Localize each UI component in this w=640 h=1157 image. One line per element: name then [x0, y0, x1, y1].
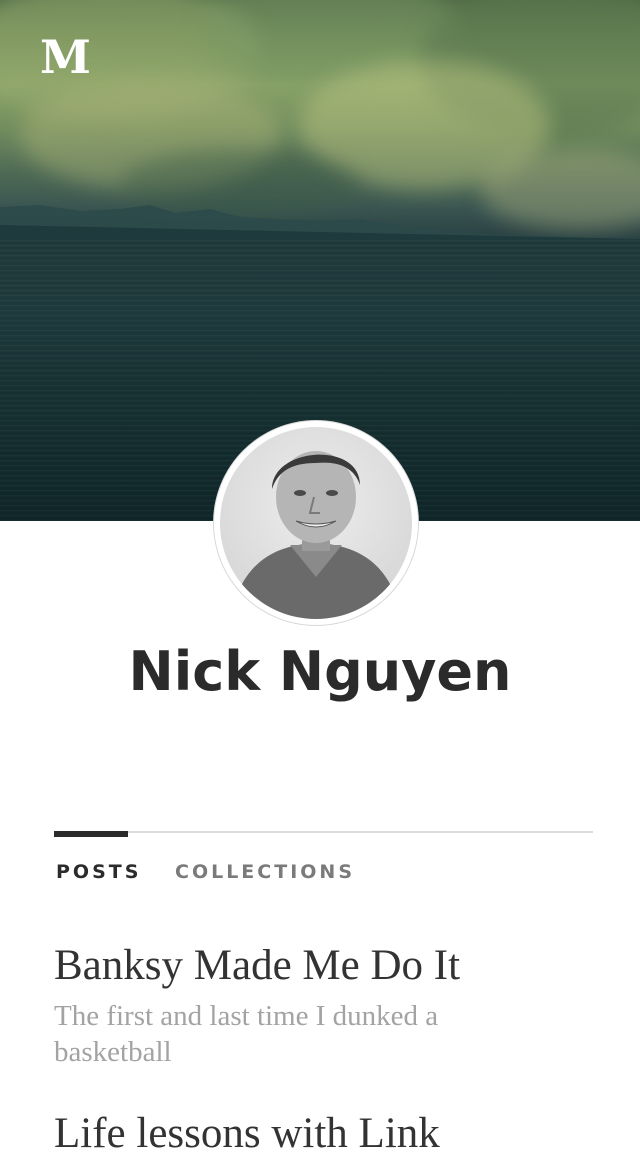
active-tab-indicator [54, 831, 128, 837]
medium-logo[interactable]: M [40, 34, 91, 80]
post-title[interactable]: Life lessons with Link [54, 1110, 614, 1157]
post-subtitle: The first and last time I dunked a baske… [54, 1000, 439, 1068]
post-title[interactable]: Banksy Made Me Do It [54, 942, 614, 989]
profile-name: Nick Nguyen [128, 640, 512, 703]
avatar-portrait [220, 427, 412, 619]
tab-collections[interactable]: COLLECTIONS [175, 861, 355, 883]
tab-posts[interactable]: POSTS [56, 861, 141, 883]
avatar[interactable] [214, 421, 418, 625]
tabs-divider [54, 831, 593, 833]
